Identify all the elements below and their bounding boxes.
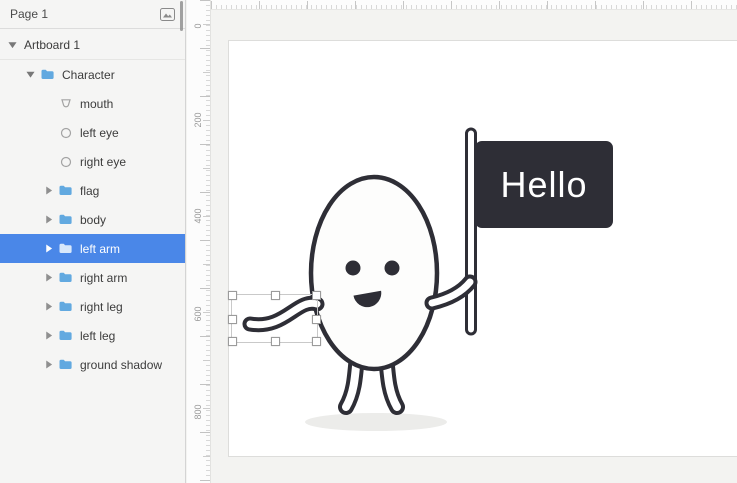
oval-icon [58, 127, 73, 139]
layer-label: mouth [80, 96, 114, 111]
ruler-ticks-major [211, 1, 737, 9]
layer-row-left-leg[interactable]: left leg [0, 321, 185, 350]
selection-handle-bottom-right[interactable] [312, 337, 321, 346]
chevron-right-icon[interactable] [46, 302, 53, 311]
flag-text: Hello [500, 164, 587, 205]
layer-row-left-eye[interactable]: left eye [0, 118, 185, 147]
layer-row-right-arm[interactable]: right arm [0, 263, 185, 292]
layer-label: right leg [80, 299, 123, 314]
folder-icon [58, 359, 73, 370]
folder-icon [40, 69, 55, 80]
sidebar-scrollbar[interactable] [180, 1, 183, 31]
selection-box[interactable] [228, 291, 321, 346]
page-header[interactable]: Page 1 [0, 0, 185, 29]
artboard[interactable]: Hello [228, 40, 737, 457]
layer-label: ground shadow [80, 357, 163, 372]
right-eye-shape[interactable] [384, 260, 400, 276]
chevron-right-icon[interactable] [46, 244, 53, 253]
chevron-right-icon[interactable] [46, 186, 53, 195]
ruler-label: 0 [193, 23, 203, 29]
layer-label: flag [80, 183, 100, 198]
layer-list: Artboard 1 Character mouth left eye righ… [0, 29, 185, 379]
selection-handle-middle-left[interactable] [228, 314, 237, 324]
flag-shape[interactable]: Hello [475, 141, 613, 228]
layer-label: body [80, 212, 107, 227]
chevron-right-icon[interactable] [46, 273, 53, 282]
selection-handle-bottom-middle[interactable] [270, 337, 280, 346]
shape-icon [58, 98, 73, 110]
layer-label: right eye [80, 154, 127, 169]
layers-panel: Page 1 Artboard 1 Character mouth left e… [0, 0, 186, 483]
chevron-right-icon[interactable] [46, 215, 53, 224]
canvas[interactable]: Hello [211, 10, 737, 483]
layer-label: Artboard 1 [24, 38, 81, 52]
folder-icon [58, 301, 73, 312]
chevron-right-icon[interactable] [46, 331, 53, 340]
chevron-down-icon[interactable] [8, 42, 17, 49]
selection-handle-bottom-left[interactable] [228, 337, 237, 346]
vertical-ruler: 0 200 400 600 800 [187, 0, 211, 483]
layer-row-character[interactable]: Character [0, 60, 185, 89]
folder-icon [58, 272, 73, 283]
folder-icon [58, 243, 73, 254]
page-title: Page 1 [10, 7, 49, 21]
horizontal-ruler [211, 0, 737, 10]
character-illustration[interactable]: Hello [229, 41, 737, 456]
ruler-label: 400 [193, 208, 203, 224]
layer-label: Character [62, 67, 115, 82]
layer-label: left arm [80, 241, 121, 256]
body-shape[interactable] [308, 174, 440, 372]
folder-icon [58, 330, 73, 341]
ground-shadow-shape[interactable] [305, 413, 447, 431]
layer-row-body[interactable]: body [0, 205, 185, 234]
chevron-down-icon[interactable] [26, 71, 35, 78]
layer-row-flag[interactable]: flag [0, 176, 185, 205]
ruler-label: 600 [193, 306, 203, 322]
selection-handle-top-right[interactable] [312, 291, 321, 300]
ruler-label: 200 [193, 112, 203, 128]
selection-handle-top-left[interactable] [228, 291, 237, 300]
page-list-icon[interactable] [160, 7, 175, 21]
selection-handle-middle-right[interactable] [312, 314, 321, 324]
layer-label: left leg [80, 328, 116, 343]
oval-icon [58, 156, 73, 168]
ruler-label: 800 [193, 404, 203, 420]
layer-row-right-leg[interactable]: right leg [0, 292, 185, 321]
folder-icon [58, 185, 73, 196]
chevron-right-icon[interactable] [46, 360, 53, 369]
layer-row-right-eye[interactable]: right eye [0, 147, 185, 176]
layer-label: left eye [80, 125, 119, 140]
layer-row-ground-shadow[interactable]: ground shadow [0, 350, 185, 379]
selection-handle-top-middle[interactable] [270, 291, 280, 300]
left-eye-shape[interactable] [345, 260, 361, 276]
flag-pole-shape[interactable] [465, 127, 477, 336]
layer-label: right arm [80, 270, 128, 285]
folder-icon [58, 214, 73, 225]
layer-row-artboard-1[interactable]: Artboard 1 [0, 31, 185, 60]
layer-row-left-arm[interactable]: left arm [0, 234, 185, 263]
layer-row-mouth[interactable]: mouth [0, 89, 185, 118]
